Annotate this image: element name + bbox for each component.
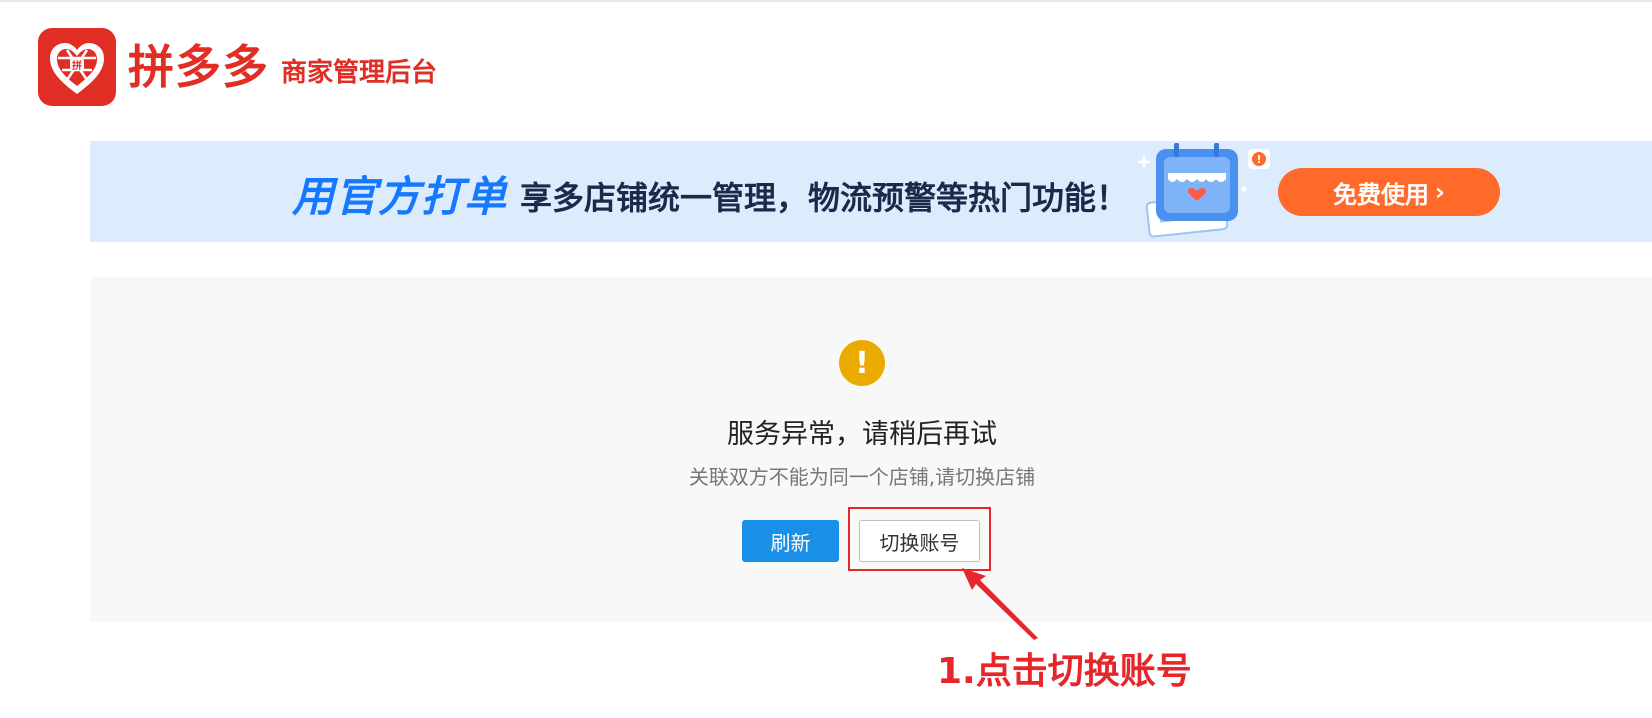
promo-banner[interactable]: 用官方打单 享多店铺统一管理，物流预警等热门功能！ ! 免费使用 › — [90, 141, 1652, 242]
svg-text:拼: 拼 — [72, 59, 82, 72]
free-use-button[interactable]: 免费使用 › — [1278, 168, 1500, 216]
free-use-label: 免费使用 — [1333, 180, 1430, 209]
error-description: 关联双方不能为同一个店铺,请切换店铺 — [688, 465, 1036, 489]
banner-title: 用官方打单 — [292, 172, 508, 221]
brand-name: 拼多多 — [128, 40, 269, 94]
error-title: 服务异常，请稍后再试 — [727, 419, 997, 450]
header: 拼 拼多多 商家管理后台 — [38, 28, 437, 106]
annotation-arrow-icon — [962, 568, 1038, 640]
notify-badge: ! — [1256, 153, 1261, 166]
chevron-right-icon: › — [1435, 178, 1445, 206]
banner-description: 享多店铺统一管理，物流预警等热门功能！ — [520, 179, 1129, 217]
warning-icon: ! — [839, 340, 885, 386]
annotation-text: 1.点击切换账号 — [937, 651, 1192, 692]
top-divider — [0, 0, 1652, 2]
refresh-button[interactable]: 刷新 — [742, 520, 839, 562]
store-calendar-icon: ! — [1136, 141, 1276, 242]
pinduoduo-logo-icon[interactable]: 拼 — [38, 28, 116, 106]
brand-subtitle: 商家管理后台 — [281, 57, 438, 88]
